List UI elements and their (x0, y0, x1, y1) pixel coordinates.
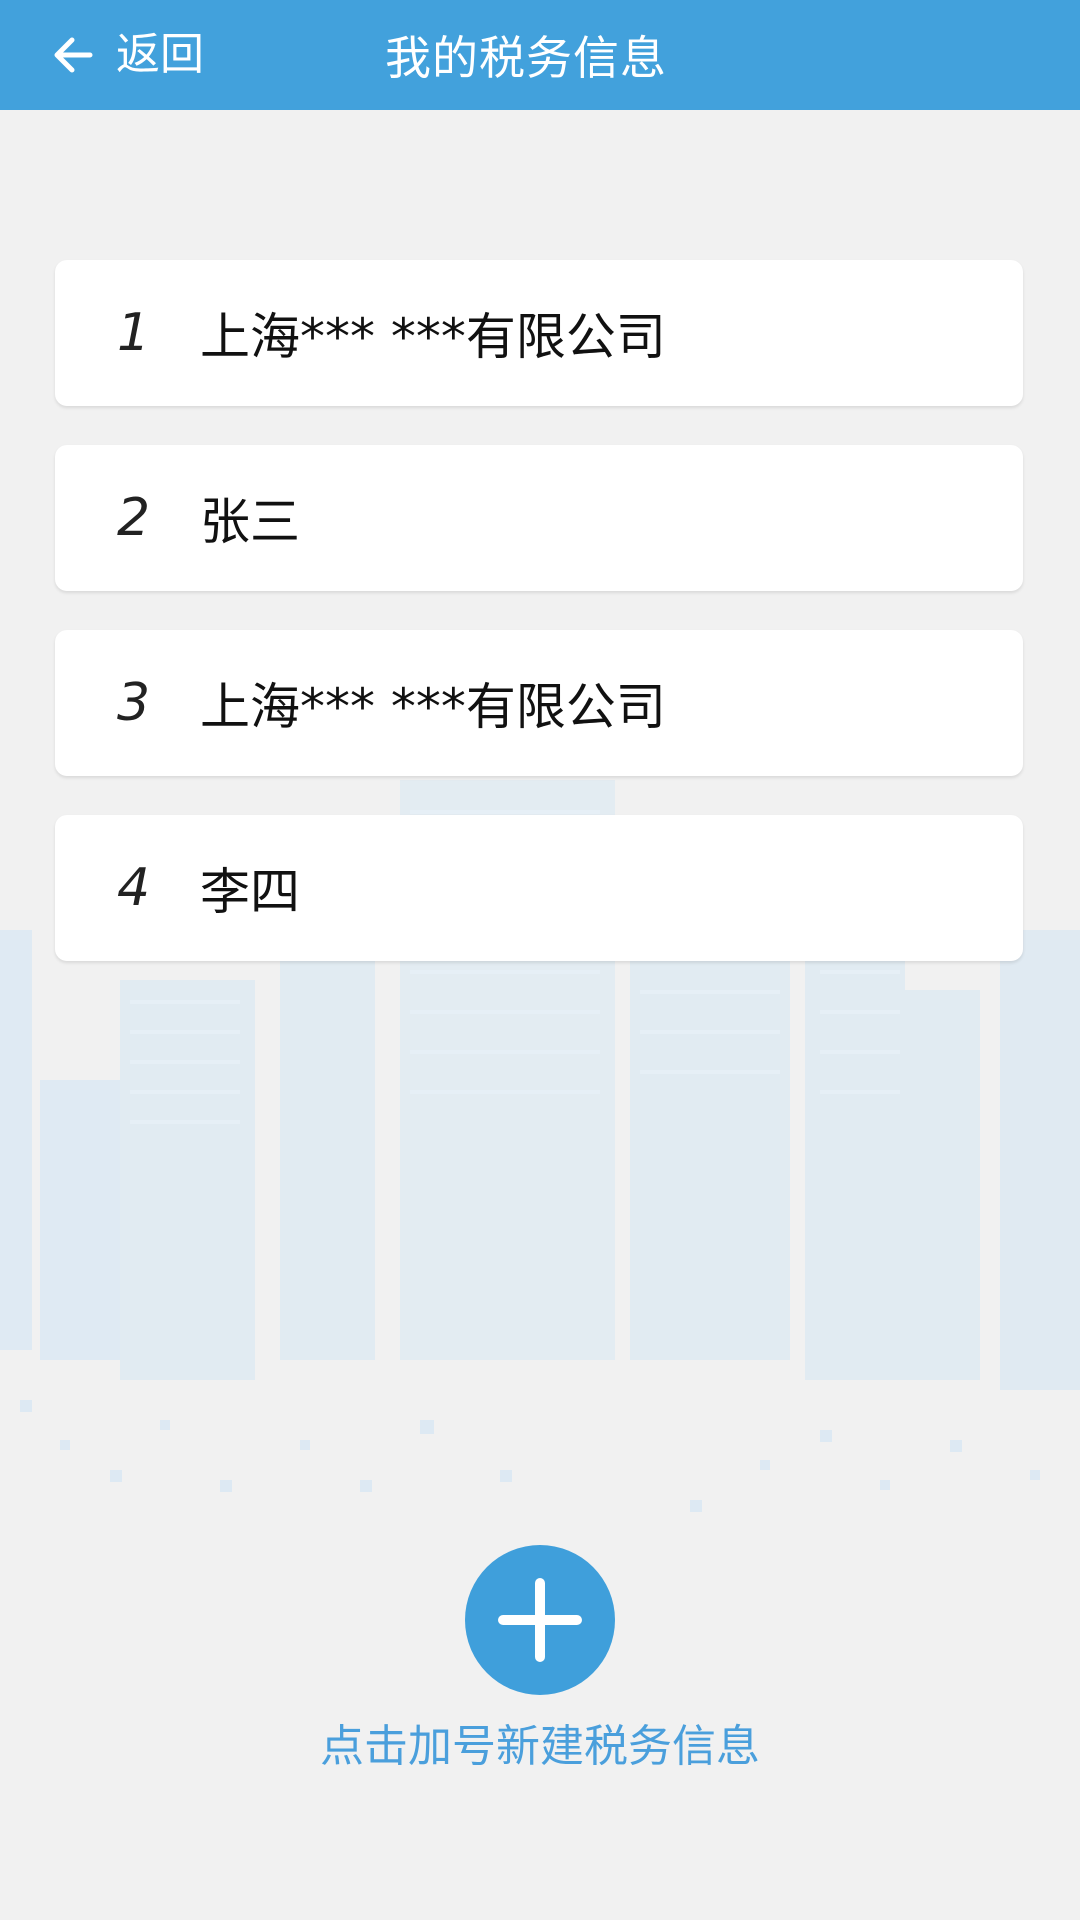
list-item[interactable]: 4 李四 (55, 815, 1023, 961)
list-item[interactable]: 1 上海*** ***有限公司 (55, 260, 1023, 406)
list-item[interactable]: 3 上海*** ***有限公司 (55, 630, 1023, 776)
list-item-name: 上海*** ***有限公司 (200, 678, 666, 736)
tax-info-list: 1 上海*** ***有限公司 2 张三 3 上海*** ***有限公司 4 李… (55, 260, 1023, 1000)
list-item-name: 李四 (200, 863, 300, 921)
back-button[interactable]: 返回 (50, 0, 204, 110)
plus-icon (498, 1578, 582, 1662)
page-title: 我的税务信息 (385, 31, 667, 85)
top-app-bar: 返回 我的税务信息 (0, 0, 1080, 110)
list-item-index: 1 (117, 303, 151, 363)
back-label: 返回 (116, 29, 204, 80)
list-item-name: 张三 (200, 493, 300, 551)
add-tax-info-button[interactable] (465, 1545, 615, 1695)
arrow-left-icon (54, 37, 93, 73)
list-item-name: 上海*** ***有限公司 (200, 308, 666, 366)
list-item-index: 3 (117, 673, 151, 733)
list-item-index: 4 (117, 858, 151, 918)
add-hint-text: 点击加号新建税务信息 (320, 1721, 760, 1772)
list-item-index: 2 (117, 488, 151, 548)
list-item[interactable]: 2 张三 (55, 445, 1023, 591)
